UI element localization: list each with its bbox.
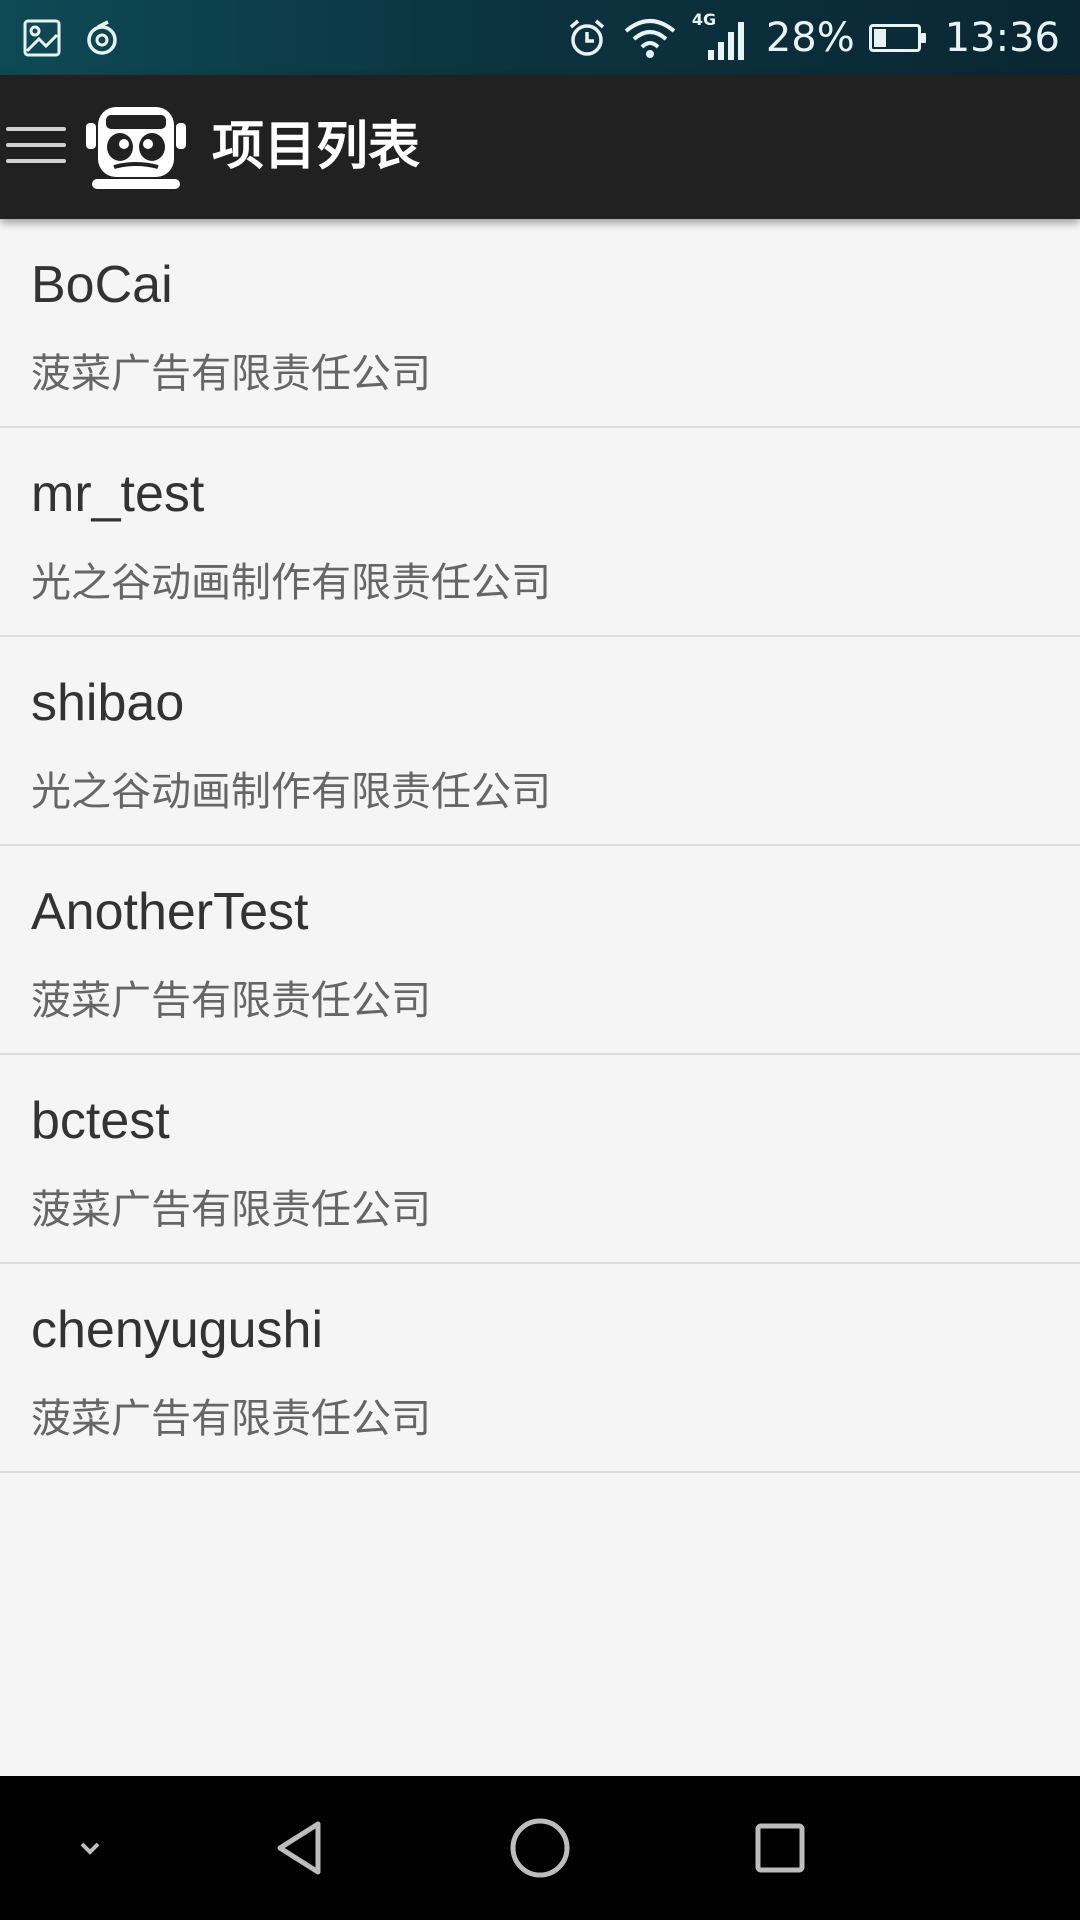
wifi-icon [624,19,676,58]
list-item[interactable]: mr_test 光之谷动画制作有限责任公司 [0,428,1080,637]
project-name: shibao [31,674,185,732]
hide-nav-button[interactable] [50,1808,130,1888]
system-nav-bar [0,1776,1080,1920]
home-circle-icon [510,1818,570,1878]
company-name: 菠菜广告有限责任公司 [31,351,431,397]
company-name: 菠菜广告有限责任公司 [31,1396,431,1442]
clock: 13:36 [944,15,1060,61]
company-name: 菠菜广告有限责任公司 [31,1187,431,1233]
company-name: 光之谷动画制作有限责任公司 [31,560,551,606]
app-bar: 项目列表 [0,75,1080,219]
company-name: 光之谷动画制作有限责任公司 [31,769,551,815]
recents-button[interactable] [740,1808,820,1888]
project-name: bctest [31,1092,170,1150]
home-button[interactable] [500,1808,580,1888]
project-name: BoCai [31,256,173,314]
project-name: mr_test [31,465,205,523]
battery-icon [868,24,926,52]
project-name: AnotherTest [31,883,309,941]
list-item[interactable]: BoCai 菠菜广告有限责任公司 [0,219,1080,428]
battery-percent: 28% [765,15,855,61]
list-item[interactable]: shibao 光之谷动画制作有限责任公司 [0,637,1080,846]
chevron-down-icon [80,1842,100,1855]
project-name: chenyugushi [31,1301,323,1359]
list-item[interactable]: AnotherTest 菠菜广告有限责任公司 [0,846,1080,1055]
alarm-icon [569,19,604,56]
app-logo-icon [86,107,186,189]
page-title: 项目列表 [212,117,421,177]
project-list: BoCai 菠菜广告有限责任公司 mr_test 光之谷动画制作有限责任公司 s… [0,219,1080,1473]
back-triangle-icon [277,1821,321,1875]
recents-square-icon [755,1823,805,1873]
cellular-signal-icon: 4G [692,10,752,64]
sync-notification-icon [87,20,117,55]
back-button[interactable] [260,1808,340,1888]
list-item[interactable]: chenyugushi 菠菜广告有限责任公司 [0,1264,1080,1473]
company-name: 菠菜广告有限责任公司 [31,978,431,1024]
image-notification-icon [23,19,61,57]
list-item[interactable]: bctest 菠菜广告有限责任公司 [0,1055,1080,1264]
menu-icon[interactable] [6,127,66,167]
status-bar: 4G 28% 13:36 [0,0,1080,75]
